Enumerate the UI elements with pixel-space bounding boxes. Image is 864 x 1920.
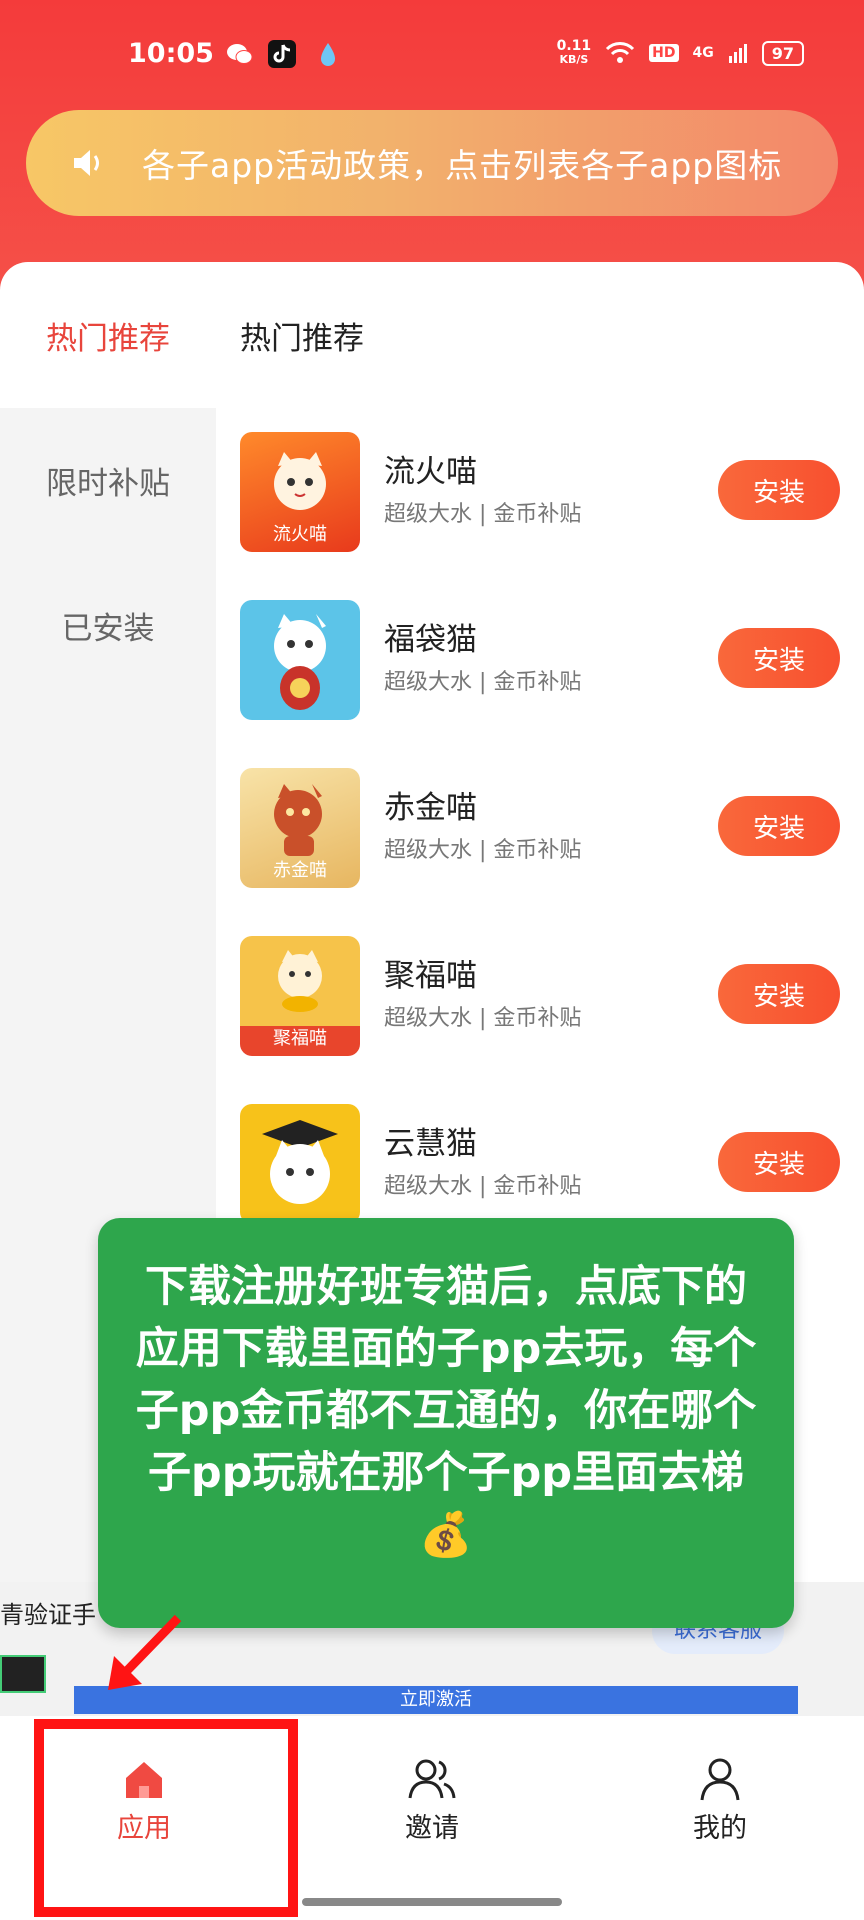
app-name: 流火喵 bbox=[384, 454, 477, 490]
install-button[interactable]: 安装 bbox=[718, 628, 840, 688]
app-row[interactable]: 流火喵 流火喵 超级大水 | 金币补贴 安装 bbox=[216, 408, 864, 576]
app-row[interactable]: 福袋猫 超级大水 | 金币补贴 安装 bbox=[216, 576, 864, 744]
wifi-icon bbox=[606, 42, 635, 63]
tiktok-icon bbox=[268, 40, 296, 68]
home-indicator[interactable] bbox=[302, 1898, 562, 1906]
highlight-box bbox=[34, 1719, 298, 1917]
app-name: 云慧猫 bbox=[384, 1126, 477, 1162]
app-icon-caption: 流火喵 bbox=[273, 524, 327, 545]
banner-text: 各子app活动政策，点击列表各子app图标 bbox=[142, 146, 783, 185]
speaker-icon bbox=[74, 150, 99, 176]
net-speed-value: 0.11 bbox=[556, 38, 592, 54]
install-button[interactable]: 安装 bbox=[718, 1132, 840, 1192]
app-icon-cat[interactable] bbox=[240, 600, 360, 720]
install-button[interactable]: 安装 bbox=[718, 964, 840, 1024]
app-tags: 超级大水 | 金币补贴 bbox=[384, 1174, 582, 1199]
app-icon-cat[interactable]: 聚福喵 bbox=[240, 936, 360, 1056]
app-row[interactable]: 聚福喵 聚福喵 超级大水 | 金币补贴 安装 bbox=[216, 912, 864, 1080]
app-name: 赤金喵 bbox=[384, 790, 477, 826]
signal-icon bbox=[728, 44, 747, 63]
overlay-text: 下载注册好班专猫后，点底下的应用下载里面的子pp去玩，每个子pp金币都不互通的，… bbox=[135, 1262, 757, 1560]
status-time: 10:05 bbox=[128, 38, 214, 69]
background-partial-text: 青验证手 bbox=[0, 1601, 96, 1629]
app-row[interactable]: 赤金喵 赤金喵 超级大水 | 金币补贴 安装 bbox=[216, 744, 864, 912]
app-name: 聚福喵 bbox=[384, 958, 477, 994]
app-icon-cat[interactable]: 赤金喵 bbox=[240, 768, 360, 888]
instruction-overlay: 下载注册好班专猫后，点底下的应用下载里面的子pp去玩，每个子pp金币都不互通的，… bbox=[98, 1218, 794, 1628]
status-right: 0.11 KB/S HD 4G 97 bbox=[556, 38, 804, 66]
network-type: 4G bbox=[692, 45, 714, 61]
app-icon-caption: 聚福喵 bbox=[273, 1028, 327, 1049]
red-arrow-icon bbox=[108, 1614, 182, 1690]
install-button[interactable]: 安装 bbox=[718, 796, 840, 856]
background-thumbnail bbox=[0, 1655, 46, 1693]
drop-icon bbox=[314, 40, 342, 68]
app-tags: 超级大水 | 金币补贴 bbox=[384, 502, 582, 527]
install-button[interactable]: 安装 bbox=[718, 460, 840, 520]
app-tags: 超级大水 | 金币补贴 bbox=[384, 838, 582, 863]
net-speed-unit: KB/S bbox=[559, 53, 589, 66]
users-icon bbox=[408, 1759, 456, 1799]
app-icon-caption: 赤金喵 bbox=[273, 860, 327, 881]
nav-profile-label: 我的 bbox=[693, 1813, 747, 1844]
category-header: 热门推荐 热门推荐 bbox=[0, 262, 864, 408]
nav-invite[interactable]: 邀请 bbox=[352, 1756, 512, 1845]
hd-badge: HD bbox=[649, 44, 679, 62]
announcement-banner[interactable]: 各子app活动政策，点击列表各子app图标 bbox=[26, 110, 838, 216]
nav-profile[interactable]: 我的 bbox=[640, 1756, 800, 1845]
app-icon-cat[interactable] bbox=[240, 1104, 360, 1224]
nav-invite-label: 邀请 bbox=[405, 1813, 459, 1844]
app-icon-cat[interactable]: 流火喵 bbox=[240, 432, 360, 552]
app-tags: 超级大水 | 金币补贴 bbox=[384, 670, 582, 695]
sidebar-item-installed[interactable]: 已安装 bbox=[0, 553, 216, 698]
battery-indicator: 97 bbox=[761, 40, 804, 66]
tab-hot-recommend[interactable]: 热门推荐 bbox=[0, 313, 216, 358]
section-title: 热门推荐 bbox=[240, 320, 364, 357]
wechat-icon bbox=[226, 40, 254, 68]
app-name: 福袋猫 bbox=[384, 622, 477, 658]
status-bar: 10:05 0.11 KB/S HD 4G 97 bbox=[0, 0, 864, 110]
sidebar-item-limited-subsidy[interactable]: 限时补贴 bbox=[0, 408, 216, 553]
app-tags: 超级大水 | 金币补贴 bbox=[384, 1006, 582, 1031]
user-icon bbox=[700, 1758, 740, 1801]
